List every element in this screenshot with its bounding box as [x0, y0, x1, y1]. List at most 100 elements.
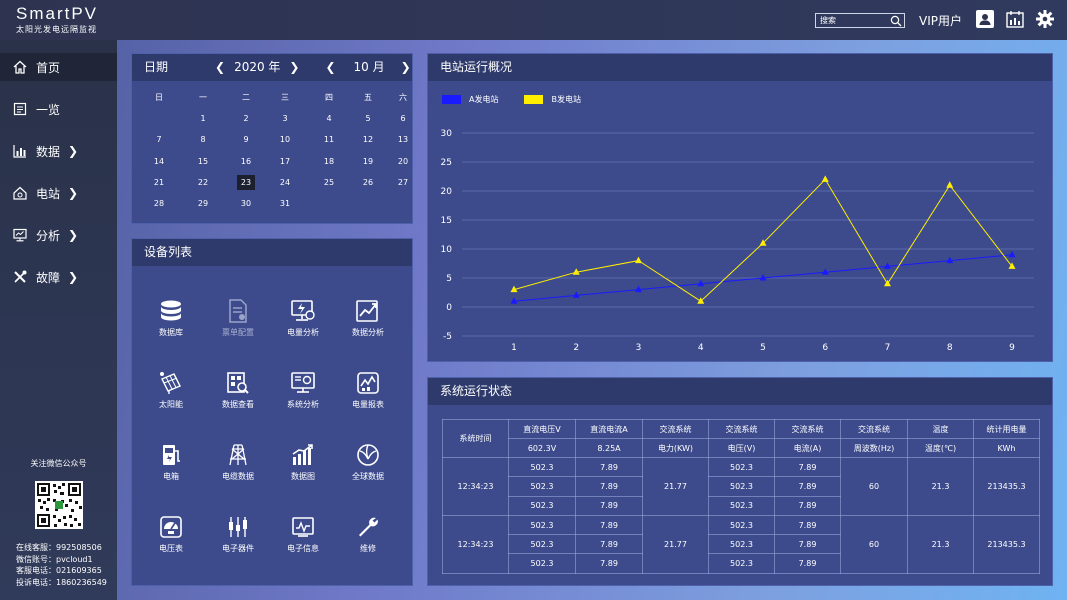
data-point — [1008, 250, 1016, 258]
prev-year-button[interactable]: ❮ — [215, 54, 225, 81]
device-item-globe[interactable]: 全球数据 — [338, 443, 398, 482]
calendar-day[interactable]: 4 — [320, 111, 338, 126]
search-box[interactable] — [815, 13, 905, 28]
sidebar-item-analysis[interactable]: 分析 ❯ — [0, 221, 117, 249]
calendar-day[interactable]: 14 — [150, 154, 168, 169]
sidebar-item-fault[interactable]: 故障 ❯ — [0, 263, 117, 291]
home-icon — [13, 60, 27, 74]
calendar-day[interactable]: 12 — [359, 132, 377, 147]
calendar-day[interactable]: 20 — [394, 154, 412, 169]
calendar-week-row: 14 15 16 17 18 19 20 — [132, 151, 414, 172]
calendar-day[interactable]: 13 — [394, 132, 412, 147]
contact-line: 客服电话：021609365 — [16, 566, 102, 575]
calendar-day[interactable]: 18 — [320, 154, 338, 169]
calendar-day[interactable]: 3 — [276, 111, 294, 126]
brand[interactable]: SmartPV 太阳光发电远隔监视 — [16, 5, 98, 35]
sidebar-item-label: 数据 — [36, 144, 61, 159]
calendar-day[interactable]: 7 — [150, 132, 168, 147]
device-item-voltmeter[interactable]: 电压表 — [141, 515, 201, 554]
calendar-year[interactable]: 2020 年 — [234, 54, 280, 81]
calendar-day[interactable]: 1 — [194, 111, 212, 126]
calendar-day[interactable]: 29 — [194, 196, 212, 211]
calendar-day[interactable]: 16 — [237, 154, 255, 169]
device-item-electric-box[interactable]: 电箱 — [141, 443, 201, 482]
device-item-data-view[interactable]: 数据查看 — [208, 371, 268, 410]
calendar-week-row: 7 8 9 10 11 12 13 — [132, 129, 414, 150]
device-item-electronic-components[interactable]: 电子器件 — [208, 515, 268, 554]
calendar-day[interactable]: 24 — [276, 175, 294, 190]
calendar-day — [359, 196, 377, 211]
data-point — [510, 297, 518, 304]
sidebar-item-station[interactable]: 电站 ❯ — [0, 179, 117, 207]
sidebar-item-data[interactable]: 数据 ❯ — [0, 137, 117, 165]
device-item-wrench[interactable]: 维修 — [338, 515, 398, 554]
settings-gear-icon[interactable] — [1036, 10, 1054, 28]
device-item-power-analysis[interactable]: 电量分析 — [273, 299, 333, 338]
y-tick-label: 0 — [446, 303, 452, 313]
calendar-day[interactable]: 19 — [359, 154, 377, 169]
calendar-day[interactable]: 10 — [276, 132, 294, 147]
device-item-database[interactable]: 数据库 — [141, 299, 201, 338]
calendar-day[interactable]: 26 — [359, 175, 377, 190]
table-header-cell: 温度 — [907, 419, 974, 439]
tools-icon — [13, 270, 27, 284]
device-item-document-config[interactable]: 票单配置 — [208, 299, 268, 338]
calendar-day[interactable]: 22 — [194, 175, 212, 190]
calendar-day[interactable]: 27 — [394, 175, 412, 190]
calendar-day[interactable]: 15 — [194, 154, 212, 169]
calendar-day[interactable]: 11 — [320, 132, 338, 147]
device-item-label: 电箱 — [163, 472, 179, 481]
table-cell: 7.89 — [774, 553, 841, 574]
device-item-data-chart[interactable]: 数据图 — [273, 443, 333, 482]
data-point — [884, 262, 891, 269]
bar-chart-icon — [13, 144, 27, 158]
sidebar-item-home[interactable]: 首页 — [0, 53, 117, 81]
table-header-cell: 8.25A — [575, 438, 643, 458]
search-input[interactable] — [816, 16, 888, 25]
calendar-day[interactable]: 5 — [359, 111, 377, 126]
next-year-button[interactable]: ❯ — [289, 54, 299, 81]
device-item-label: 数据分析 — [352, 328, 384, 337]
table-cell: 7.89 — [774, 476, 841, 497]
calendar-day[interactable]: 6 — [394, 111, 412, 126]
table-header-cell: 直流电流A — [575, 419, 643, 439]
table-cell: 502.3 — [508, 514, 576, 536]
calendar-day[interactable]: 9 — [237, 132, 255, 147]
calendar-day[interactable]: 2 — [237, 111, 255, 126]
calendar-day[interactable]: 28 — [150, 196, 168, 211]
device-item-solar-panel[interactable]: 太阳能 — [141, 371, 201, 410]
calendar-month[interactable]: 10 月 — [354, 54, 385, 81]
station-overview-panel: 电站运行概况 A发电站 B发电站 -5 0 5 10 15 20 25 30 1 2 3 4 5 6 7 8 9 — [427, 53, 1053, 362]
calendar-day[interactable]: 25 — [320, 175, 338, 190]
user-icon[interactable] — [976, 10, 994, 28]
prev-month-button[interactable]: ❮ — [325, 54, 335, 81]
search-icon[interactable] — [890, 15, 902, 27]
calendar-day[interactable]: 30 — [237, 196, 255, 211]
table-cell: 7.89 — [774, 495, 841, 516]
calendar-week-row: 21 22 23 24 25 26 27 — [132, 172, 414, 193]
calendar-day[interactable]: 31 — [276, 196, 294, 211]
calendar-icon[interactable] — [1006, 10, 1024, 28]
table-header-cell: 统计用电量 — [973, 419, 1040, 439]
data-point — [821, 175, 829, 182]
next-month-button[interactable]: ❯ — [401, 54, 411, 81]
calendar-day[interactable]: 8 — [194, 132, 212, 147]
device-item-power-tower[interactable]: 电缆数据 — [208, 443, 268, 482]
brand-name: SmartPV — [16, 4, 99, 23]
table-cell: 7.89 — [774, 534, 841, 555]
calendar-day[interactable]: 21 — [150, 175, 168, 190]
monitor-icon — [13, 228, 27, 242]
device-item-electronic-info[interactable]: 电子信息 — [273, 515, 333, 554]
calendar-day[interactable]: 17 — [276, 154, 294, 169]
calendar-day[interactable]: 23 — [237, 174, 255, 190]
device-item-trend-analysis[interactable]: 数据分析 — [338, 299, 398, 338]
device-item-system-analysis[interactable]: 系统分析 — [273, 371, 333, 410]
vip-user-label[interactable]: VIP用户 — [919, 12, 962, 29]
table-cell: 502.3 — [508, 476, 576, 497]
device-item-power-report[interactable]: 电量报表 — [338, 371, 398, 410]
calendar-weekday: 三 — [281, 93, 289, 103]
sidebar-item-overview[interactable]: 一览 — [0, 95, 117, 123]
table-header-cell: KWh — [973, 438, 1040, 458]
table-cell: 7.89 — [575, 456, 643, 478]
x-tick-label: 8 — [947, 343, 953, 353]
